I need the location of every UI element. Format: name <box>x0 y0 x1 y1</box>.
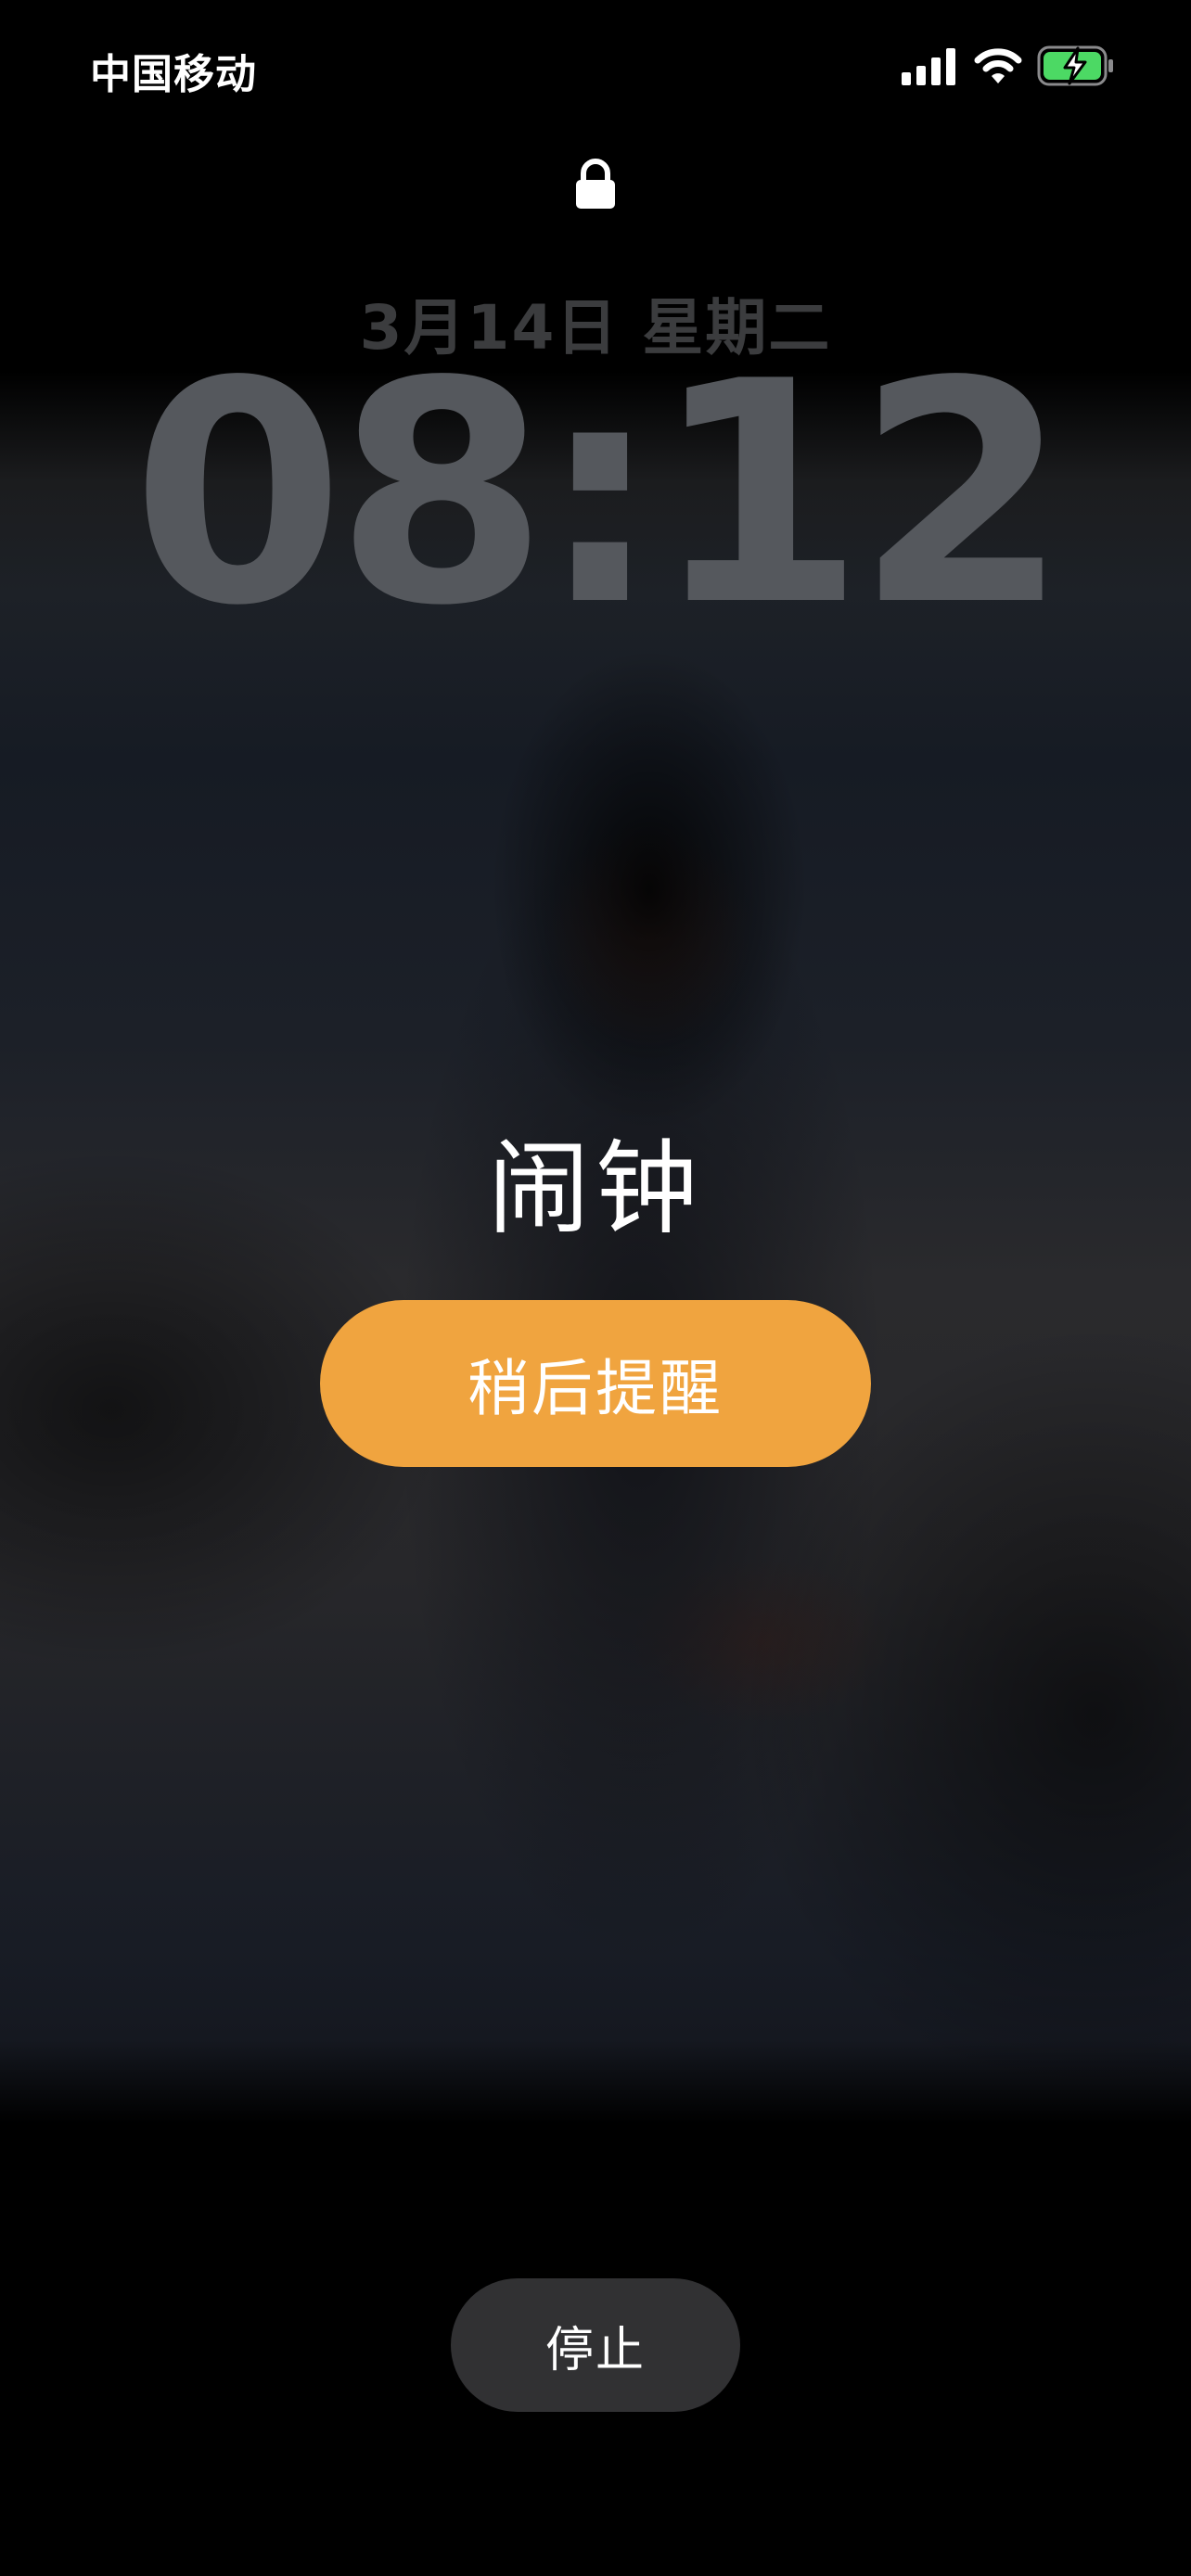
lock-screen-time: 08:12 <box>131 316 1069 672</box>
battery-charging-icon <box>1037 45 1113 86</box>
snooze-button[interactable]: 稍后提醒 <box>320 1300 871 1467</box>
carrier-name: 中国移动 <box>90 51 257 98</box>
status-bar: 中国移动 <box>0 0 1191 139</box>
wifi-icon <box>974 48 1022 83</box>
signal-icon <box>902 48 955 85</box>
stop-button[interactable]: 停止 <box>451 2278 740 2412</box>
alarm-title: 闹钟 <box>488 1129 703 1248</box>
lock-icon <box>576 159 615 209</box>
